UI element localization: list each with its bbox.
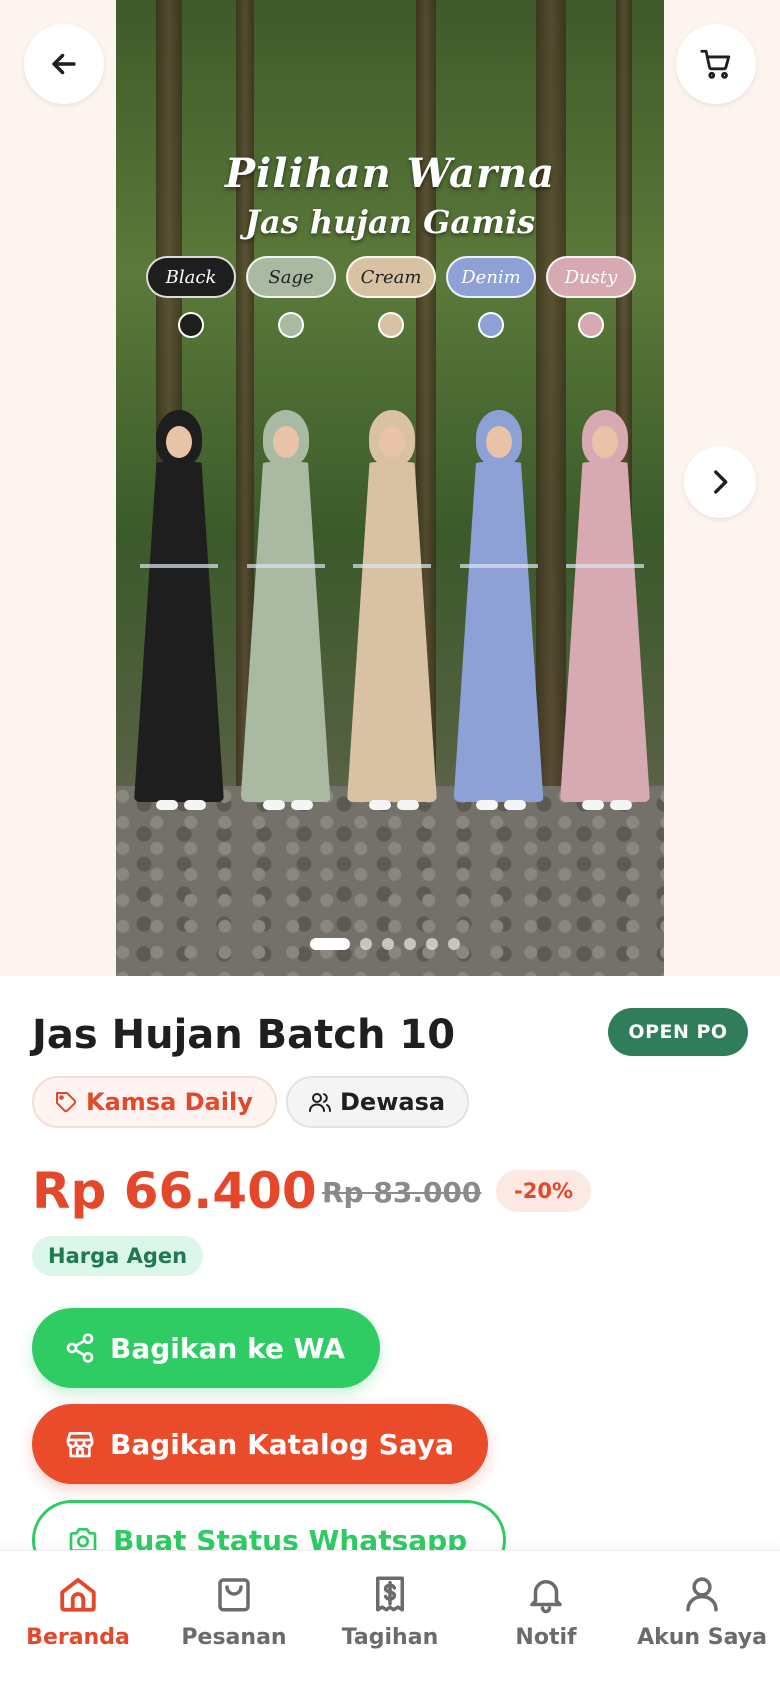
product-photo: Pilihan Warna Jas hujan Gamis Black Sage C… — [116, 0, 664, 976]
share-icon — [66, 1333, 94, 1363]
price-type-badge: Harga Agen — [32, 1236, 204, 1276]
photo-headline: Pilihan Warna Jas hujan Gamis — [116, 150, 664, 241]
slide-dot[interactable] — [310, 938, 350, 950]
nav-label: Pesanan — [181, 1625, 287, 1650]
color-swatch — [346, 312, 436, 338]
store-icon — [66, 1432, 94, 1458]
nav-label: Beranda — [26, 1625, 130, 1650]
headline-line1: Pilihan Warna — [224, 150, 556, 197]
bottom-nav: Beranda Pesanan Tagihan Notif Akun Saya — [0, 1550, 780, 1688]
cart-icon — [700, 49, 731, 79]
product-gallery[interactable]: Pilihan Warna Jas hujan Gamis Black Sage C… — [0, 0, 780, 976]
nav-item-notif[interactable]: Notif — [468, 1551, 624, 1688]
models-row — [126, 410, 656, 830]
nav-item-tagihan[interactable]: Tagihan — [312, 1551, 468, 1688]
category-label: Dewasa — [340, 1088, 446, 1116]
color-pill-sage: Sage — [246, 256, 336, 298]
color-swatch — [146, 312, 236, 338]
share-wa-button[interactable]: Bagikan ke WA — [32, 1308, 380, 1388]
model-figure — [126, 410, 230, 810]
color-swatch — [246, 312, 336, 338]
old-price: Rp 83.000 — [322, 1176, 482, 1209]
back-button[interactable] — [24, 24, 104, 104]
slide-dot[interactable] — [448, 938, 460, 950]
color-pill-black: Black — [146, 256, 236, 298]
share-catalog-button[interactable]: Bagikan Katalog Saya — [32, 1404, 488, 1484]
bell-icon — [530, 1580, 562, 1614]
nav-item-pesanan[interactable]: Pesanan — [156, 1551, 312, 1688]
share-wa-label: Bagikan ke WA — [110, 1331, 345, 1365]
status-badge: OPEN PO — [608, 1008, 748, 1056]
slide-indicator — [310, 938, 460, 950]
discount-badge: -20% — [496, 1170, 591, 1212]
model-figure — [446, 410, 550, 810]
user-icon — [686, 1577, 718, 1612]
color-swatch — [546, 312, 636, 338]
nav-label: Tagihan — [341, 1625, 439, 1650]
color-pill-denim: Denim — [446, 256, 536, 298]
color-pills: Black Sage Cream Denim Dusty — [146, 256, 636, 298]
cart-button[interactable] — [676, 24, 756, 104]
slide-dot[interactable] — [382, 938, 394, 950]
slide-dot[interactable] — [426, 938, 438, 950]
brand-label: Kamsa Daily — [86, 1088, 253, 1116]
headline-line2: Jas hujan Gamis — [244, 203, 536, 241]
next-image-button[interactable] — [684, 446, 756, 518]
receipt-icon — [376, 1576, 404, 1612]
slide-dot[interactable] — [404, 938, 416, 950]
color-pill-dusty: Dusty — [546, 256, 636, 298]
arrow-left-icon — [52, 53, 76, 75]
nav-item-beranda[interactable]: Beranda — [0, 1551, 156, 1688]
color-swatch — [446, 312, 536, 338]
chevron-right-icon — [714, 470, 728, 494]
model-figure — [233, 410, 337, 810]
tag-icon — [56, 1092, 77, 1113]
brand-chip[interactable]: Kamsa Daily — [32, 1076, 277, 1128]
nav-label: Akun Saya — [637, 1625, 767, 1650]
nav-label: Notif — [515, 1625, 577, 1650]
model-figure — [339, 410, 443, 810]
users-icon — [309, 1093, 331, 1112]
model-figure — [552, 410, 656, 810]
share-catalog-label: Bagikan Katalog Saya — [110, 1427, 454, 1461]
color-pill-cream: Cream — [346, 256, 436, 298]
home-icon — [60, 1578, 96, 1612]
price: Rp 66.400 — [32, 1162, 317, 1220]
slide-dot[interactable] — [360, 938, 372, 950]
category-chip[interactable]: Dewasa — [286, 1076, 470, 1128]
color-dots — [146, 312, 636, 338]
nav-item-akun[interactable]: Akun Saya — [624, 1551, 780, 1688]
bag-icon — [218, 1578, 250, 1612]
product-title: Jas Hujan Batch 10 — [32, 1012, 456, 1058]
